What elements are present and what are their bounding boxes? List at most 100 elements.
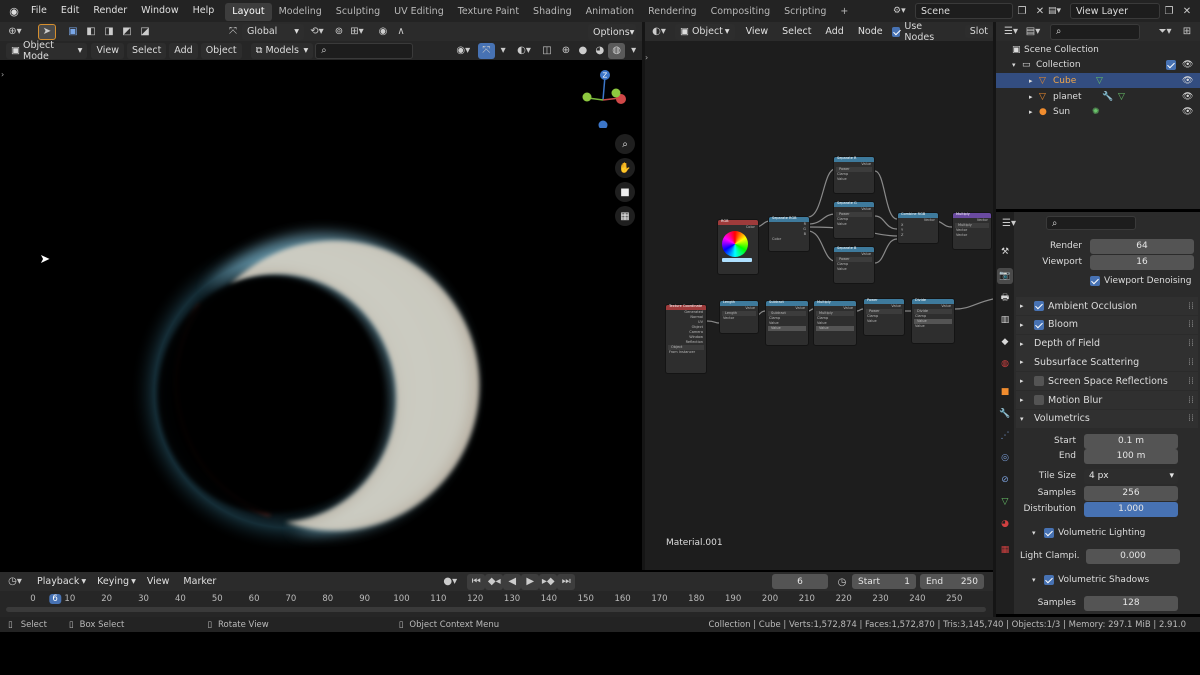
outliner-item-planet[interactable]: ▸ ▽ planet 🔧 ▽ 👁 — [996, 89, 1200, 104]
panel-ambient-occlusion[interactable]: ▸ Ambient Occlusion ⁞⁞ — [1016, 297, 1198, 315]
menu-render[interactable]: Render — [86, 0, 134, 22]
expand-arrow-icon[interactable]: ▸ — [1020, 377, 1034, 385]
view-layer-name-field[interactable]: View Layer — [1070, 3, 1160, 19]
rgb-node[interactable]: RGB Color — [717, 219, 759, 275]
timeline-menu-view[interactable]: View — [140, 572, 177, 591]
properties-search-input[interactable]: ⌕ — [1046, 216, 1136, 230]
math-node-1[interactable]: Separate R Value Power Clamp Value — [833, 156, 875, 194]
editor-type-icon[interactable]: ⊕▾ — [6, 24, 24, 40]
expand-arrow-icon[interactable]: ▸ — [1020, 340, 1034, 348]
shading-options-icon[interactable]: ▾ — [625, 43, 642, 59]
editor-type-icon[interactable]: ◐▾ — [651, 24, 667, 40]
pivot-point-icon[interactable]: ⟲▾ — [308, 24, 326, 40]
viewport-denoising-checkbox[interactable] — [1090, 276, 1100, 286]
tab-modeling[interactable]: Modeling — [272, 3, 329, 21]
expand-arrow-icon[interactable]: ▸ — [1020, 358, 1034, 366]
close-scene-icon[interactable]: ✕ — [1031, 3, 1049, 19]
expand-arrow-icon[interactable]: ▸ — [1020, 396, 1034, 404]
texture-tab-icon[interactable]: ▦ — [997, 542, 1013, 558]
distribution-field[interactable]: 1.000 — [1084, 501, 1178, 517]
filter-icon[interactable]: ⏷▾ — [1156, 24, 1174, 40]
vol-shadows-header[interactable]: ▾ Volumetric Shadows — [1016, 572, 1198, 588]
play-icon[interactable]: ▶ — [521, 573, 540, 590]
divide-node[interactable]: Divide Value Divide Clamp Value Value — [911, 298, 955, 344]
visibility-icon[interactable]: ◉▾ — [455, 43, 472, 59]
power-node[interactable]: Power Value Power Clamp Value — [863, 298, 905, 336]
use-nodes-toggle[interactable]: Use Nodes — [891, 21, 949, 43]
frame-ruler[interactable]: 0 6 10 20 30 40 50 60 70 80 90 100 110 120 130 140 150 16… — [0, 594, 993, 606]
shader-type-dropdown[interactable]: ▣ Object ▾ — [674, 23, 735, 40]
tile-size-dropdown[interactable]: 4 px ▾ — [1084, 468, 1178, 484]
blender-logo-icon[interactable]: ◉ — [4, 5, 24, 18]
menu-edit[interactable]: Edit — [54, 0, 86, 22]
tab-rendering[interactable]: Rendering — [641, 3, 704, 21]
panel-subsurface-scattering[interactable]: ▸ Subsurface Scattering ⁞⁞ — [1016, 353, 1198, 372]
math-node-3[interactable]: Separate B Value Power Clamp Value — [833, 246, 875, 284]
scene-tab-icon[interactable]: ◆ — [997, 334, 1013, 350]
editor-type-icon[interactable]: ☰▾ — [1000, 215, 1018, 231]
render-tab-icon[interactable]: 📷 — [997, 268, 1013, 284]
wireframe-shading-icon[interactable]: ⊕ — [557, 43, 574, 59]
render-samples-field[interactable]: 64 — [1090, 238, 1194, 254]
texture-coordinate-node[interactable]: Texture Coordinate Generated Normal UV O… — [665, 304, 707, 374]
node-field[interactable]: Value — [768, 326, 806, 331]
view-layer-selector[interactable]: ▤▾ View Layer ❐ ✕ — [1048, 3, 1196, 19]
panel-volumetrics[interactable]: ▾ Volumetrics ⁞⁞ — [1016, 409, 1198, 428]
world-tab-icon[interactable]: ◍ — [997, 356, 1013, 372]
timeline-area[interactable]: 0 6 10 20 30 40 50 60 70 80 90 100 110 120 130 140 150 16… — [0, 591, 993, 617]
object-mode-dropdown[interactable]: ▣ Object Mode ▾ — [6, 40, 88, 62]
vol-start-field[interactable]: 0.1 m — [1084, 433, 1178, 449]
jump-end-icon[interactable]: ⏭ — [557, 573, 576, 590]
constraints-tab-icon[interactable]: ⊘ — [997, 472, 1013, 488]
length-node[interactable]: Length Value Length Vector — [719, 300, 759, 334]
vector-multiply-node[interactable]: Multiply Vector Multiply Vector Vector — [952, 212, 992, 250]
close-view-layer-icon[interactable]: ✕ — [1178, 3, 1196, 19]
record-icon[interactable]: ●▾ — [441, 574, 459, 590]
panel-motion-blur[interactable]: ▸ Motion Blur ⁞⁞ — [1016, 391, 1198, 409]
play-reverse-icon[interactable]: ◀ — [503, 573, 522, 590]
start-frame-field[interactable]: Start 1 — [852, 574, 916, 589]
drag-handle-icon[interactable]: ⁞⁞ — [1188, 413, 1194, 424]
eye-icon[interactable]: 👁 — [1182, 107, 1193, 117]
object-tab-icon[interactable]: ■ — [997, 384, 1013, 400]
editor-type-icon[interactable]: ◷▾ — [6, 574, 24, 590]
color-wheel-icon[interactable] — [722, 231, 748, 257]
node-editor-canvas[interactable]: › RGB Color Separate RGB R G B Color Sep… — [645, 41, 993, 570]
collapse-arrow-icon[interactable]: ▾ — [1020, 415, 1034, 423]
node-menu-view[interactable]: View — [739, 22, 776, 41]
drag-handle-icon[interactable]: ⁞⁞ — [1188, 376, 1194, 387]
collapse-arrow-icon[interactable]: ▾ — [1012, 61, 1022, 69]
expand-arrow-icon[interactable]: ▸ — [1029, 93, 1039, 101]
tab-uv-editing[interactable]: UV Editing — [387, 3, 451, 21]
tab-texture-paint[interactable]: Texture Paint — [451, 3, 526, 21]
tab-scripting[interactable]: Scripting — [777, 3, 833, 21]
menu-window[interactable]: Window — [134, 0, 185, 22]
copy-view-layer-icon[interactable]: ❐ — [1160, 3, 1178, 19]
menu-file[interactable]: File — [24, 0, 54, 22]
end-frame-field[interactable]: End 250 — [920, 574, 984, 589]
solid-shading-icon[interactable]: ● — [574, 43, 591, 59]
transform-orientation-icon[interactable]: ⤧ — [224, 24, 242, 40]
drag-handle-icon[interactable]: ⁞⁞ — [1188, 301, 1194, 312]
separate-rgb-node[interactable]: Separate RGB R G B Color — [768, 216, 810, 252]
expand-arrow-icon[interactable]: ▸ — [1020, 302, 1034, 310]
gizmo-toggle-icon[interactable]: ⤧ — [477, 42, 495, 59]
timeline-menu-keying[interactable]: Keying — [90, 572, 136, 591]
zoom-icon[interactable]: ⌕ — [615, 134, 635, 154]
node-menu-node[interactable]: Node — [851, 22, 890, 41]
expand-arrow-icon[interactable]: › — [1, 70, 4, 79]
expand-arrow-icon[interactable]: ▸ — [1029, 108, 1039, 116]
overlay-icon[interactable]: ◐▾ — [516, 43, 533, 59]
next-keyframe-icon[interactable]: ▸◆ — [539, 573, 558, 590]
add-workspace-tab[interactable]: + — [833, 3, 855, 21]
display-mode-icon[interactable]: ▤▾ — [1024, 24, 1042, 40]
subtract-node[interactable]: Subtract Value Subtract Clamp Value Valu… — [765, 300, 809, 346]
gizmo-dropdown-icon[interactable]: ▾ — [495, 43, 512, 59]
viewport-menu-select[interactable]: Select — [126, 42, 167, 59]
color-swatch[interactable] — [722, 258, 752, 262]
select-subtract-icon[interactable]: ◨ — [100, 24, 118, 40]
drag-handle-icon[interactable]: ⁞⁞ — [1188, 357, 1194, 368]
timeline-menu-marker[interactable]: Marker — [176, 572, 223, 591]
vol-lighting-checkbox[interactable] — [1044, 528, 1054, 538]
drag-handle-icon[interactable]: ⁞⁞ — [1188, 395, 1194, 406]
